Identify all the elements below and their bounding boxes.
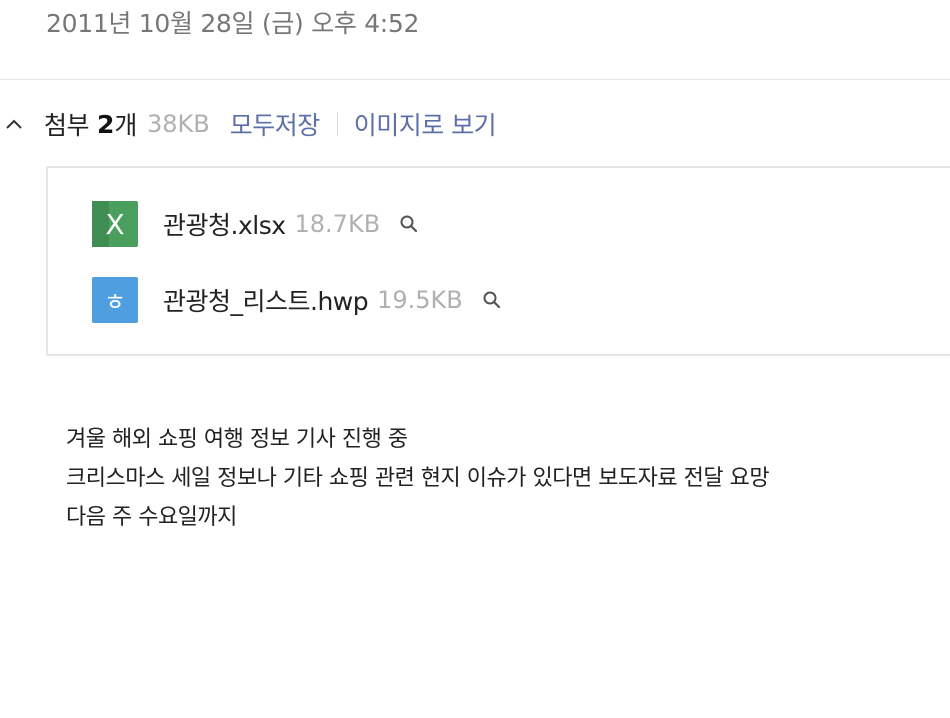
attachment-total-size: 38KB: [146, 110, 210, 138]
preview-search-icon[interactable]: [481, 289, 503, 311]
body-line: 겨울 해외 쇼핑 여행 정보 기사 진행 중: [66, 427, 408, 452]
mail-view: 2011년 10월 28일 (금) 오후 4:52 첨부 2 개 38KB 모두…: [0, 0, 950, 718]
attachment-list: X 관광청.xlsx 18.7KB ㅎ 관광청_리스트.hwp 19.5KB: [46, 166, 950, 356]
link-separator: [336, 112, 338, 136]
body-line: 다음 주 수요일까지: [66, 505, 237, 530]
attachment-item[interactable]: ㅎ 관광청_리스트.hwp 19.5KB: [91, 276, 503, 324]
svg-text:ㅎ: ㅎ: [104, 288, 126, 316]
mail-body: 겨울 해외 쇼핑 여행 정보 기사 진행 중 크리스마스 세일 정보나 기타 쇼…: [66, 420, 770, 537]
view-as-images-button[interactable]: 이미지로 보기: [354, 106, 497, 142]
body-line: 크리스마스 세일 정보나 기타 쇼핑 관련 현지 이슈가 있다면 보도자료 전달…: [66, 466, 770, 491]
attachment-name[interactable]: 관광청_리스트.hwp: [163, 282, 369, 318]
header-divider: [0, 79, 950, 80]
attachment-item[interactable]: X 관광청.xlsx 18.7KB: [91, 200, 420, 248]
excel-file-icon: X: [91, 200, 139, 248]
attachment-name[interactable]: 관광청.xlsx: [163, 206, 286, 242]
attachment-size: 18.7KB: [294, 210, 381, 238]
attachment-header: 첨부 2 개 38KB 모두저장 이미지로 보기: [0, 104, 497, 144]
attachment-count-unit: 개: [114, 111, 137, 140]
attachment-count: 2: [97, 109, 115, 139]
mail-date: 2011년 10월 28일 (금) 오후 4:52: [46, 9, 420, 38]
attachment-label: 첨부: [44, 111, 90, 140]
attachment-size: 19.5KB: [377, 286, 463, 314]
save-all-button[interactable]: 모두저장: [230, 106, 321, 142]
preview-search-icon[interactable]: [398, 213, 420, 235]
chevron-up-icon: [5, 115, 23, 134]
hwp-file-icon: ㅎ: [91, 276, 139, 324]
collapse-toggle[interactable]: [0, 104, 28, 144]
svg-text:X: X: [105, 208, 124, 241]
